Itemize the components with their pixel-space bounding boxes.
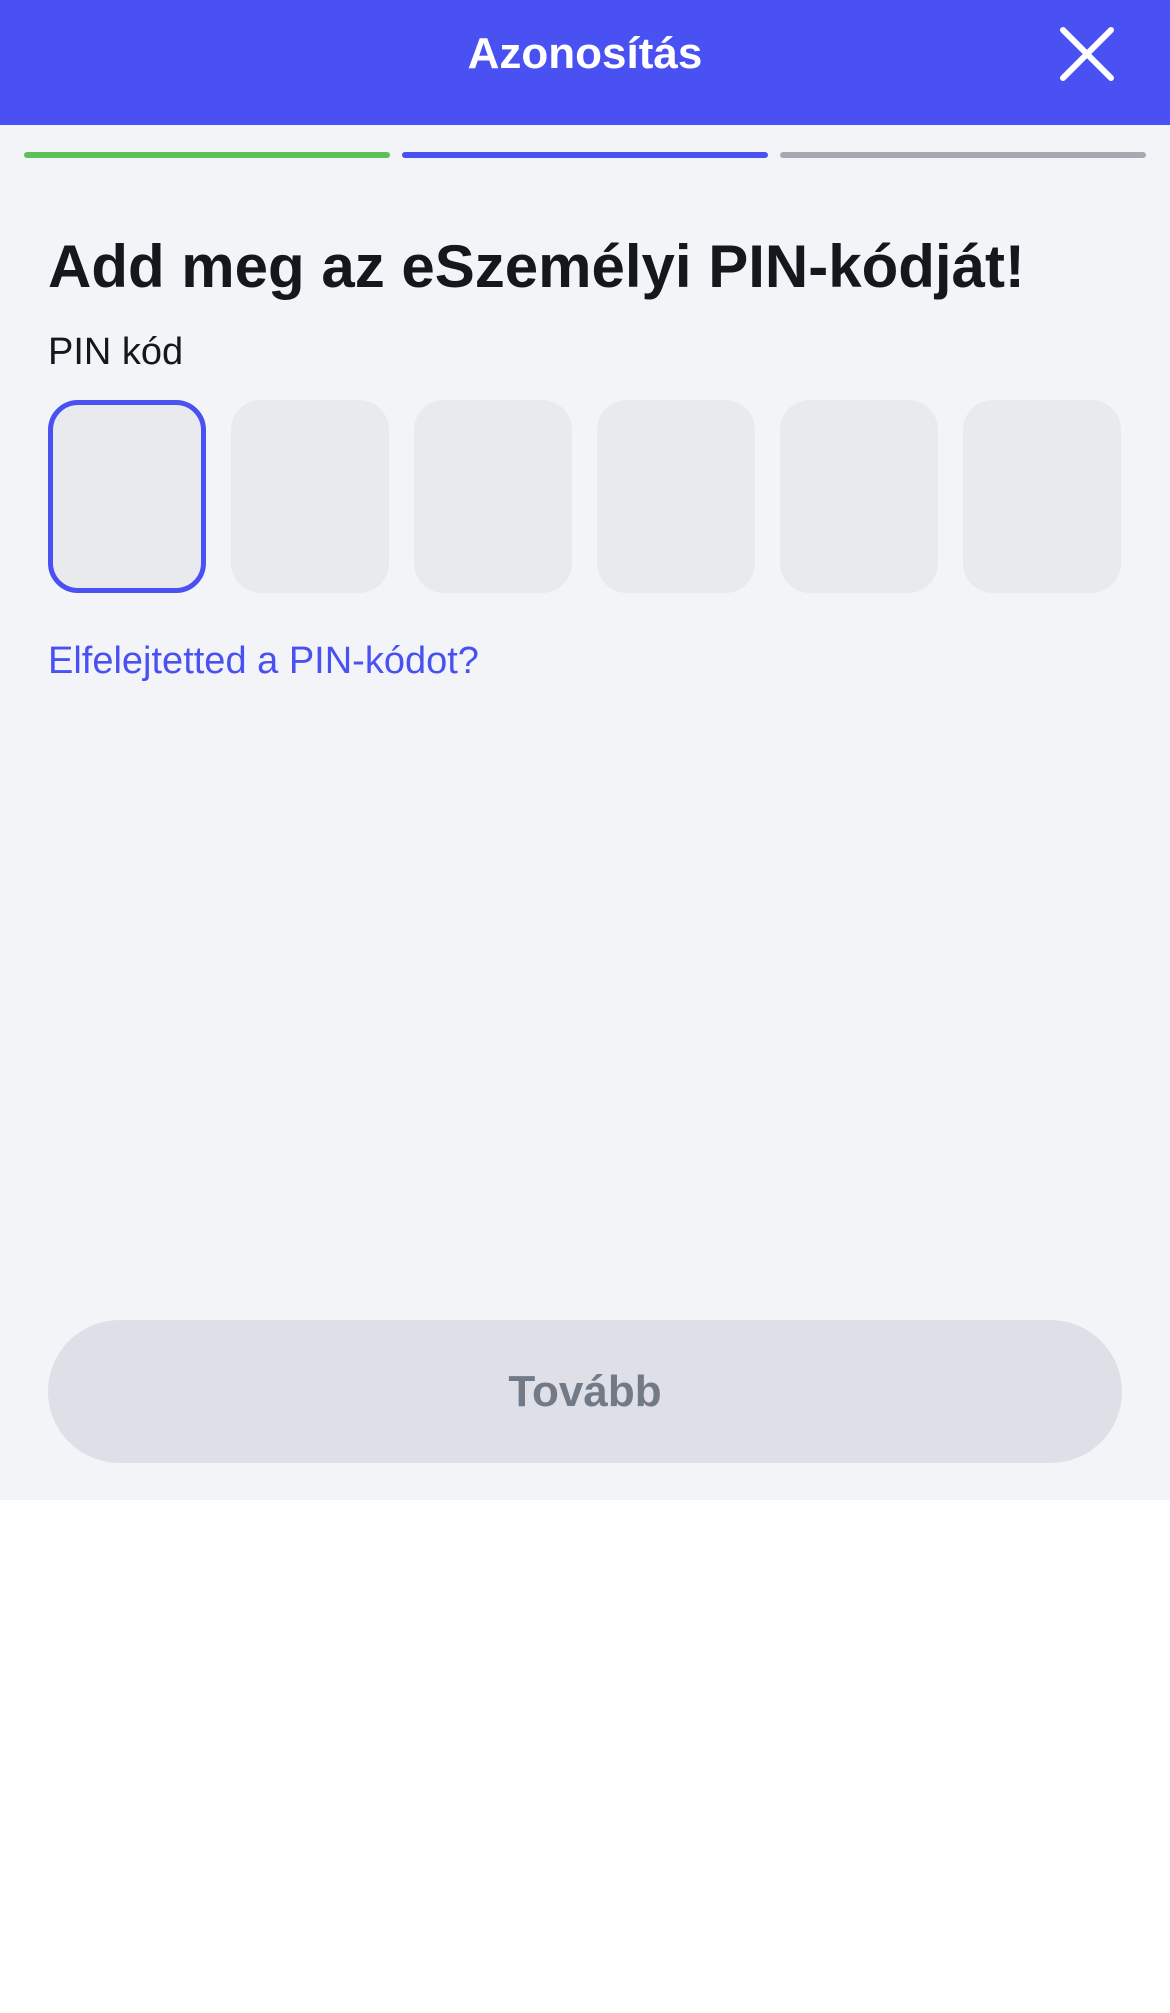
pin-label: PIN kód bbox=[48, 331, 184, 373]
close-button[interactable] bbox=[1055, 22, 1119, 86]
progress-step-1 bbox=[24, 152, 390, 158]
pin-digit-1[interactable] bbox=[48, 400, 206, 593]
pin-digit-2[interactable] bbox=[231, 400, 389, 593]
screen: Azonosítás Add meg az eSzemélyi PIN-kódj… bbox=[0, 0, 1170, 1500]
pin-digit-3[interactable] bbox=[414, 400, 572, 593]
pin-digit-5[interactable] bbox=[780, 400, 938, 593]
pin-digit-4[interactable] bbox=[597, 400, 755, 593]
page-title: Azonosítás bbox=[467, 29, 703, 78]
progress-step-3 bbox=[780, 152, 1146, 158]
close-icon bbox=[1060, 27, 1114, 81]
heading: Add meg az eSzemélyi PIN-kódját! bbox=[48, 233, 1025, 300]
progress-step-2 bbox=[402, 152, 768, 158]
next-button[interactable]: Tovább bbox=[48, 1320, 1122, 1463]
pin-digit-6[interactable] bbox=[963, 400, 1121, 593]
forgot-pin-link[interactable]: Elfelejtetted a PIN-kódot? bbox=[48, 640, 479, 683]
top-bar: Azonosítás bbox=[0, 0, 1170, 125]
